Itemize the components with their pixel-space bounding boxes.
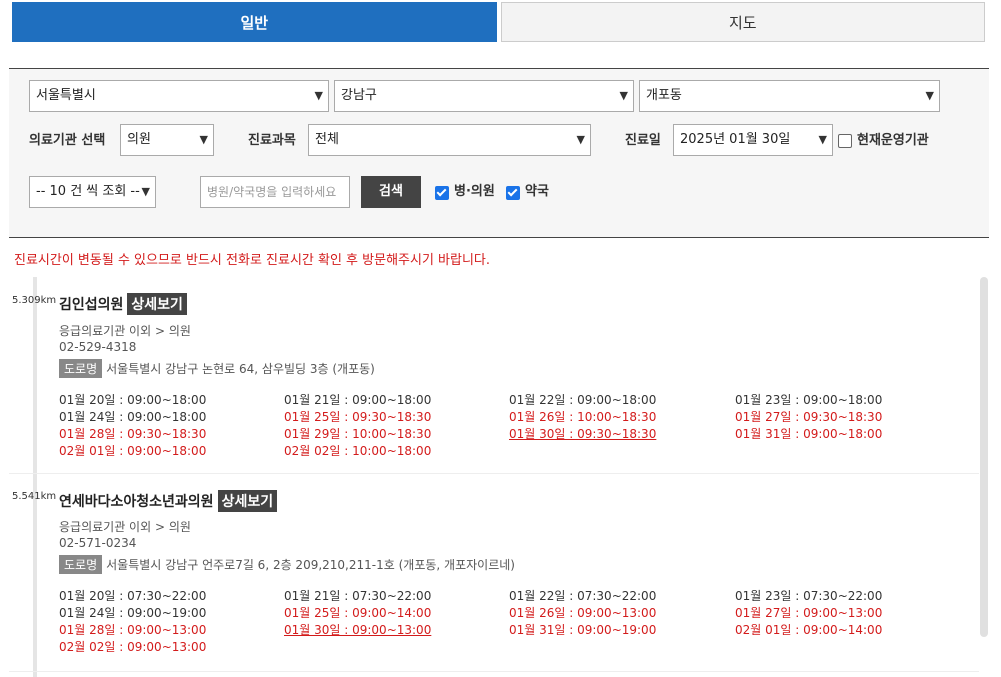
schedule-entry: 01월 28일 : 09:30~18:30 <box>59 427 207 441</box>
date-label: 진료일 <box>625 133 661 148</box>
search-button[interactable]: 검색 <box>361 176 421 208</box>
list-item: 5.541km 연세바다소아청소년과의원 상세보기 응급의료기관 이외 > 의원 … <box>9 477 979 672</box>
clinic-checkbox-label: 병·의원 <box>454 184 495 199</box>
operating-now-checkbox[interactable] <box>838 134 852 148</box>
schedule-entry: 01월 24일 : 09:00~19:00 <box>59 606 207 620</box>
schedule-entry: 01월 31일 : 09:00~19:00 <box>509 623 657 637</box>
notice-text: 진료시간이 변동될 수 있으므로 반드시 전화로 진료시간 확인 후 방문해주시… <box>14 253 491 268</box>
list-item: 5.309km 김인섭의원 상세보기 응급의료기관 이외 > 의원 02-529-… <box>9 277 979 474</box>
address-text: 서울특별시 강남구 언주로7길 6, 2층 209,210,211-1호 (개포… <box>106 558 515 572</box>
road-badge: 도로명 <box>59 359 103 378</box>
clinic-checkbox[interactable] <box>435 186 449 200</box>
dong-select-value: 개포동 <box>646 88 682 103</box>
search-placeholder: 병원/약국명을 입력하세요 <box>207 185 337 199</box>
address-row: 도로명 서울특별시 강남구 논현로 64, 삼우빌딩 3층 (개포동) <box>59 359 375 378</box>
facility-label: 의료기관 선택 <box>29 133 106 148</box>
search-filter-panel: 서울특별시 ▼ 강남구 ▼ 개포동 ▼ 의료기관 선택 의원 ▼ 진료과목 전체… <box>9 68 989 238</box>
schedule-entry: 01월 22일 : 07:30~22:00 <box>509 589 657 603</box>
road-badge: 도로명 <box>59 555 103 574</box>
search-input[interactable]: 병원/약국명을 입력하세요 <box>200 176 350 208</box>
schedule-entry: 01월 23일 : 09:00~18:00 <box>735 393 883 407</box>
tab-general[interactable]: 일반 <box>12 2 497 42</box>
schedule-entry-today: 01월 30일 : 09:00~13:00 <box>284 623 432 637</box>
clinic-name: 연세바다소아청소년과의원 상세보기 <box>59 490 278 512</box>
result-list: 5.309km 김인섭의원 상세보기 응급의료기관 이외 > 의원 02-529-… <box>9 277 989 677</box>
date-select[interactable]: 2025년 01월 30일 ▼ <box>673 124 833 156</box>
schedule-entry: 01월 25일 : 09:30~18:30 <box>284 410 432 424</box>
scrollbar[interactable] <box>980 277 988 637</box>
phone-text: 02-571-0234 <box>59 536 137 550</box>
page-size-value: -- 10 건 씩 조회 -- <box>36 184 140 199</box>
chevron-down-icon: ▼ <box>925 89 934 102</box>
schedule-entry: 02월 01일 : 09:00~14:00 <box>735 623 883 637</box>
schedule-entry: 01월 25일 : 09:00~14:00 <box>284 606 432 620</box>
schedule-entry: 01월 22일 : 09:00~18:00 <box>509 393 657 407</box>
page-size-select[interactable]: -- 10 건 씩 조회 -- ▼ <box>29 176 156 208</box>
schedule-entry: 01월 20일 : 07:30~22:00 <box>59 589 207 603</box>
schedule-entry: 01월 26일 : 10:00~18:30 <box>509 410 657 424</box>
schedule-entry: 01월 28일 : 09:00~13:00 <box>59 623 207 637</box>
schedule-entry: 01월 26일 : 09:00~13:00 <box>509 606 657 620</box>
schedule-entry: 01월 21일 : 07:30~22:00 <box>284 589 432 603</box>
schedule-entry: 01월 24일 : 09:00~18:00 <box>59 410 207 424</box>
phone-text: 02-529-4318 <box>59 340 137 354</box>
address-text: 서울특별시 강남구 논현로 64, 삼우빌딩 3층 (개포동) <box>106 362 375 376</box>
chevron-down-icon: ▼ <box>199 133 208 146</box>
distance-label: 5.541km <box>12 491 57 502</box>
detail-button[interactable]: 상세보기 <box>217 490 278 512</box>
operating-now-label: 현재운영기관 <box>857 133 929 148</box>
tab-map[interactable]: 지도 <box>500 2 985 42</box>
schedule-entry: 01월 31일 : 09:00~18:00 <box>735 427 883 441</box>
city-select-value: 서울특별시 <box>36 88 96 103</box>
schedule-entry: 01월 27일 : 09:00~13:00 <box>735 606 883 620</box>
district-select[interactable]: 강남구 ▼ <box>334 80 634 112</box>
date-select-value: 2025년 01월 30일 <box>680 132 791 147</box>
schedule-entry: 02월 01일 : 09:00~18:00 <box>59 444 207 458</box>
schedule-entry: 01월 27일 : 09:30~18:30 <box>735 410 883 424</box>
category-text: 응급의료기관 이외 > 의원 <box>59 324 191 338</box>
schedule-entry: 02월 02일 : 10:00~18:00 <box>284 444 432 458</box>
department-label: 진료과목 <box>248 133 296 148</box>
chevron-down-icon: ▼ <box>141 185 150 198</box>
schedule-entry-today: 01월 30일 : 09:30~18:30 <box>509 427 657 441</box>
city-select[interactable]: 서울특별시 ▼ <box>29 80 329 112</box>
pharmacy-checkbox-label: 약국 <box>525 184 549 199</box>
category-text: 응급의료기관 이외 > 의원 <box>59 520 191 534</box>
schedule-entry: 01월 29일 : 10:00~18:30 <box>284 427 432 441</box>
distance-label: 5.309km <box>12 295 57 306</box>
district-select-value: 강남구 <box>341 88 377 103</box>
department-select[interactable]: 전체 ▼ <box>308 124 591 156</box>
detail-button[interactable]: 상세보기 <box>127 293 187 315</box>
pharmacy-checkbox[interactable] <box>506 186 520 200</box>
clinic-name-text: 김인섭의원 <box>59 297 124 313</box>
view-tabs: 일반 지도 <box>12 2 985 42</box>
chevron-down-icon: ▼ <box>576 133 585 146</box>
dong-select[interactable]: 개포동 ▼ <box>639 80 940 112</box>
chevron-down-icon: ▼ <box>314 89 323 102</box>
clinic-name: 김인섭의원 상세보기 <box>59 293 187 315</box>
schedule-entry: 02월 02일 : 09:00~13:00 <box>59 640 207 654</box>
schedule-entry: 01월 23일 : 07:30~22:00 <box>735 589 883 603</box>
facility-select-value: 의원 <box>127 132 151 147</box>
facility-select[interactable]: 의원 ▼ <box>120 124 214 156</box>
clinic-name-text: 연세바다소아청소년과의원 <box>59 494 214 510</box>
schedule-entry: 01월 20일 : 09:00~18:00 <box>59 393 207 407</box>
chevron-down-icon: ▼ <box>818 133 827 146</box>
department-select-value: 전체 <box>315 132 339 147</box>
schedule-entry: 01월 21일 : 09:00~18:00 <box>284 393 432 407</box>
address-row: 도로명 서울특별시 강남구 언주로7길 6, 2층 209,210,211-1호 … <box>59 555 515 574</box>
chevron-down-icon: ▼ <box>619 89 628 102</box>
